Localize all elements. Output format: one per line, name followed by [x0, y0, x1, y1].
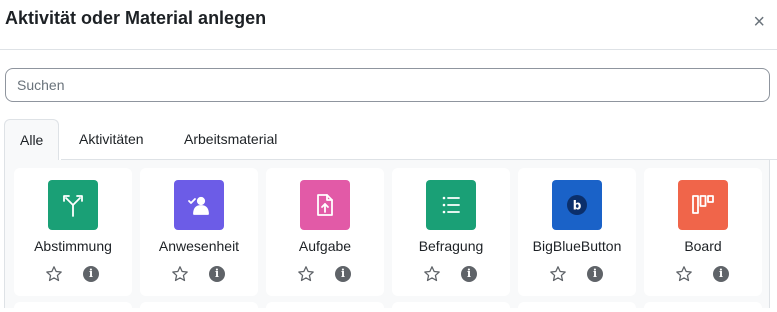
star-icon[interactable]: [675, 265, 693, 283]
info-icon[interactable]: i: [713, 266, 729, 282]
module-card-partial[interactable]: [392, 302, 510, 312]
dialog-title: Aktivität oder Material anlegen: [5, 8, 267, 28]
star-icon[interactable]: [45, 265, 63, 283]
module-card-bigbluebutton[interactable]: b BigBlueButton i: [518, 168, 636, 296]
star-icon[interactable]: [549, 265, 567, 283]
module-name: Befragung: [418, 238, 484, 254]
info-icon[interactable]: i: [587, 266, 603, 282]
info-icon[interactable]: i: [209, 266, 225, 282]
module-card-partial[interactable]: [518, 302, 636, 312]
bigbluebutton-icon: b: [552, 180, 602, 230]
tab-activities[interactable]: Aktivitäten: [79, 119, 144, 159]
star-icon[interactable]: [423, 265, 441, 283]
module-name: Board: [684, 238, 722, 254]
module-card-partial[interactable]: [644, 302, 762, 312]
info-icon[interactable]: i: [461, 266, 477, 282]
info-icon[interactable]: i: [83, 266, 99, 282]
search-input[interactable]: [5, 68, 770, 102]
module-card-abstimmung[interactable]: Abstimmung i: [14, 168, 132, 296]
svg-text:b: b: [573, 199, 582, 213]
module-card-aufgabe[interactable]: Aufgabe i: [266, 168, 384, 296]
module-card-befragung[interactable]: Befragung i: [392, 168, 510, 296]
assignment-icon: [300, 180, 350, 230]
module-card-partial[interactable]: [14, 302, 132, 312]
feedback-icon: [426, 180, 476, 230]
info-icon[interactable]: i: [335, 266, 351, 282]
module-card-partial[interactable]: [140, 302, 258, 312]
module-card-partial[interactable]: [266, 302, 384, 312]
tab-resources[interactable]: Arbeitsmaterial: [184, 119, 277, 159]
module-grid: Abstimmung i Anwesenheit i Aufgabe i Bef…: [4, 160, 770, 312]
attendance-icon: [174, 180, 224, 230]
choice-icon: [48, 180, 98, 230]
module-name: Aufgabe: [298, 238, 352, 254]
star-icon[interactable]: [297, 265, 315, 283]
module-name: Abstimmung: [34, 238, 112, 254]
module-card-board[interactable]: Board i: [644, 168, 762, 296]
module-name: BigBlueButton: [532, 238, 622, 254]
board-icon: [678, 180, 728, 230]
close-icon[interactable]: ×: [753, 12, 765, 32]
module-name: Anwesenheit: [158, 238, 240, 254]
tab-bar: Alle Aktivitäten Arbeitsmaterial: [4, 119, 777, 161]
tab-all[interactable]: Alle: [4, 119, 60, 161]
dialog-header: Aktivität oder Material anlegen ×: [0, 0, 777, 50]
module-card-anwesenheit[interactable]: Anwesenheit i: [140, 168, 258, 296]
star-icon[interactable]: [171, 265, 189, 283]
